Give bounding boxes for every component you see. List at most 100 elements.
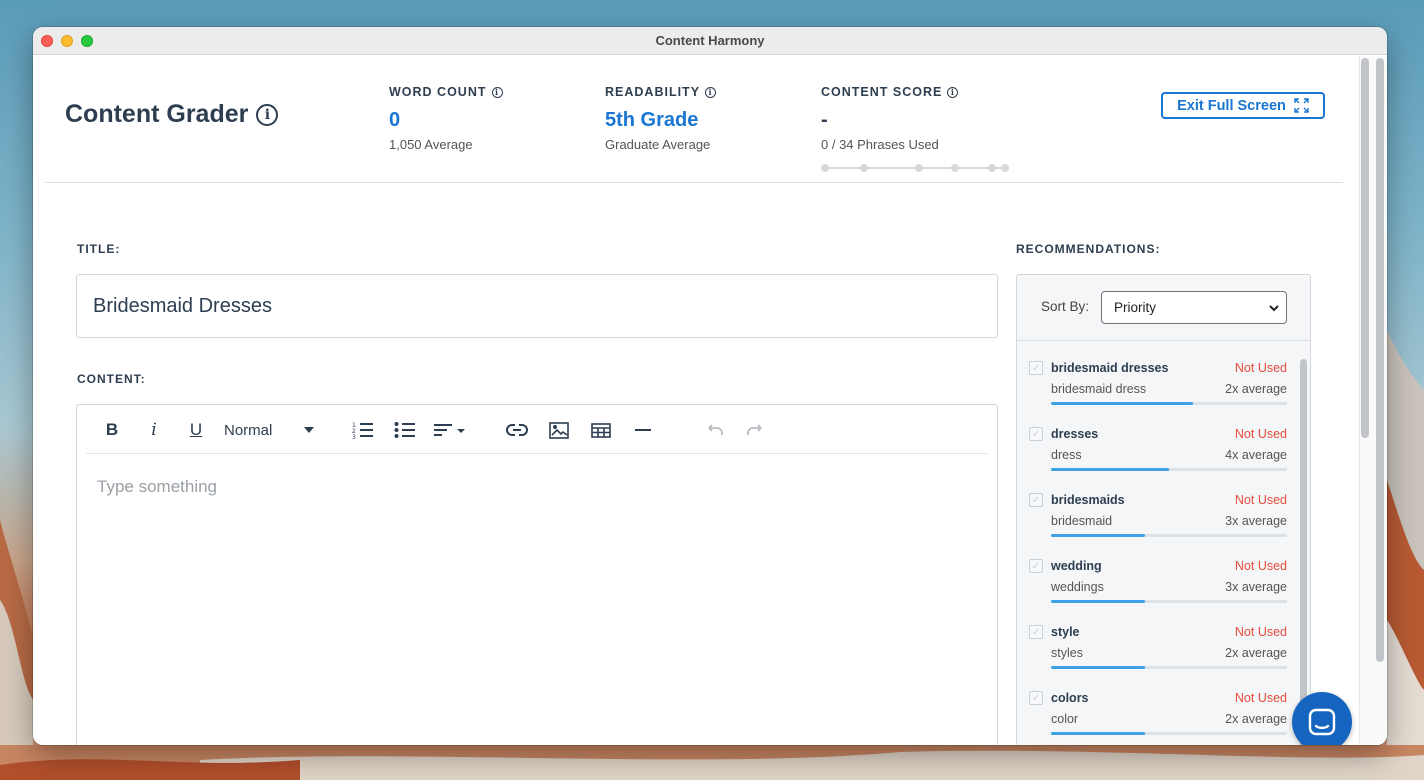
rec-status: Not Used [1234,427,1287,441]
format-select-value: Normal [224,421,273,439]
info-icon[interactable]: i [256,103,279,126]
check-icon[interactable]: ✓ [1029,427,1043,441]
caret-down-icon [304,427,314,433]
recommendation-item[interactable]: ✓ wedding Not Used weddings 3x average [1017,555,1297,621]
rec-progress-track [1051,732,1287,735]
content-scrollbar[interactable] [1361,58,1369,438]
word-count-stat: WORD COUNT i 0 1,050 Average [389,85,503,152]
rec-phrase: dresses [1051,427,1099,441]
rec-phrase: style [1051,625,1080,639]
rec-progress-fill [1051,534,1146,537]
rec-average: 3x average [1225,514,1287,528]
app-window: Content Harmony Content Grader i WORD CO… [33,27,1387,745]
image-button[interactable] [546,417,572,443]
exit-full-screen-label: Exit Full Screen [1177,97,1286,114]
recommendation-item[interactable]: ✓ colors Not Used color 2x average [1017,687,1297,745]
content-score-label: CONTENT SCORE i [821,85,959,99]
check-icon[interactable]: ✓ [1029,691,1043,705]
check-icon[interactable]: ✓ [1029,361,1043,375]
editor-toolbar: B i U Normal 123 [86,405,988,454]
ordered-list-icon: 123 [352,422,373,439]
info-icon[interactable]: i [947,86,959,98]
sort-select-value: Priority [1114,300,1157,315]
page-title: Content Grader i [65,100,279,129]
expand-icon [1294,98,1309,113]
italic-button[interactable]: i [142,417,166,443]
check-icon[interactable]: ✓ [1029,493,1043,507]
rec-progress-track [1051,666,1287,669]
title-bar: Content Harmony [33,27,1387,55]
bullet-list-icon [394,422,415,438]
table-icon [591,422,611,438]
content-score-value: - [821,109,828,131]
readability-label: READABILITY i [605,85,717,99]
rec-average: 4x average [1225,448,1287,462]
score-dot [1001,164,1009,172]
rec-progress-fill [1051,468,1169,471]
link-button[interactable] [504,417,530,443]
undo-button[interactable] [701,417,727,443]
exit-full-screen-button[interactable]: Exit Full Screen [1161,92,1325,119]
format-select[interactable]: Normal [224,417,314,443]
rec-status: Not Used [1234,559,1287,573]
title-input[interactable]: Bridesmaid Dresses [76,274,998,338]
content-score-track [821,163,1011,173]
rec-variant: bridesmaid dress [1051,382,1147,396]
rec-variant: styles [1051,646,1083,660]
score-dot [821,164,829,172]
recommendation-item[interactable]: ✓ dresses Not Used dress 4x average [1017,423,1297,489]
rec-phrase: colors [1051,691,1089,705]
chat-icon [1308,708,1336,736]
image-icon [549,421,569,439]
window-title: Content Harmony [655,33,765,48]
ordered-list-button[interactable]: 123 [350,417,376,443]
redo-icon [747,424,762,435]
underline-button[interactable]: U [184,417,208,443]
title-input-value: Bridesmaid Dresses [93,294,272,317]
rec-progress-track [1051,534,1287,537]
check-icon[interactable]: ✓ [1029,559,1043,573]
align-button[interactable] [432,417,468,443]
rec-average: 2x average [1225,646,1287,660]
rec-progress-fill [1051,666,1146,669]
rec-status: Not Used [1234,625,1287,639]
rec-phrase: bridesmaid dresses [1051,361,1169,375]
content-editor[interactable]: B i U Normal 123 Type something [76,404,998,745]
rec-progress-fill [1051,732,1146,735]
rec-status: Not Used [1234,493,1287,507]
recommendations-scrollbar[interactable] [1300,359,1307,745]
bold-button[interactable]: B [100,417,124,443]
content-score-stat: CONTENT SCORE i - 0 / 34 Phrases Used [821,85,1009,172]
recommendation-item[interactable]: ✓ style Not Used styles 2x average [1017,621,1297,687]
word-count-label: WORD COUNT i [389,85,503,99]
bullet-list-button[interactable] [392,417,418,443]
rec-status: Not Used [1234,691,1287,705]
redo-button[interactable] [743,417,769,443]
readability-value: 5th Grade [605,109,699,131]
link-icon [506,424,528,436]
title-label: TITLE: [77,242,121,256]
content-label: CONTENT: [77,372,146,386]
horizontal-rule-button[interactable] [631,417,655,443]
sort-select[interactable]: Priority [1101,291,1287,324]
info-icon[interactable]: i [705,86,717,98]
window-scrollbar[interactable] [1376,58,1384,662]
recommendation-item[interactable]: ✓ bridesmaid dresses Not Used bridesmaid dr… [1017,357,1297,423]
page-title-text: Content Grader [65,100,249,128]
recommendations-panel: Sort By: Priority ✓ bridesmaid dresses Not… [1016,274,1311,745]
rec-progress-fill [1051,402,1193,405]
recommendation-item[interactable]: ✓ bridesmaids Not Used bridesmaid 3x average [1017,489,1297,555]
table-button[interactable] [588,417,614,443]
recommendation-list: ✓ bridesmaid dresses Not Used bridesmaid dr… [1017,357,1297,745]
rec-progress-track [1051,468,1287,471]
editor-placeholder: Type something [97,477,218,496]
score-dot [860,164,868,172]
sort-label: Sort By: [1041,299,1090,314]
info-icon[interactable]: i [491,86,503,98]
check-icon[interactable]: ✓ [1029,625,1043,639]
word-count-value: 0 [389,109,401,131]
phrases-used: 0 / 34 Phrases Used [821,137,939,152]
rec-progress-fill [1051,600,1146,603]
chat-launcher-button[interactable] [1292,692,1352,745]
chevron-down-icon [1269,305,1279,312]
